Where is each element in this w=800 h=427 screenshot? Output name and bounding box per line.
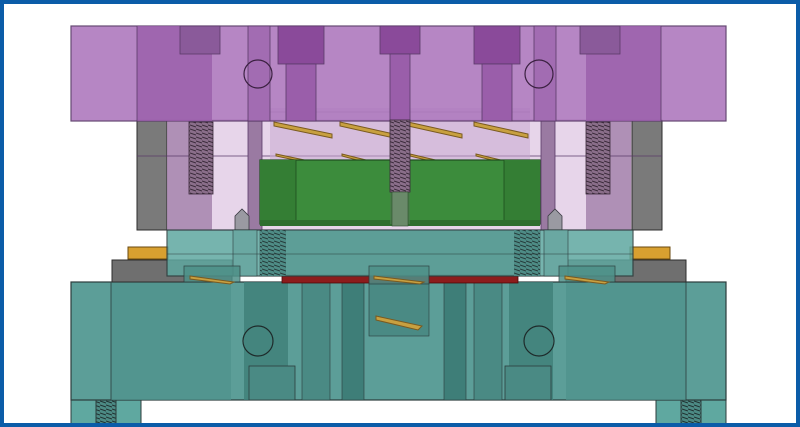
die-assembly-drawing [70, 25, 727, 423]
foot-bolt-right [680, 398, 702, 423]
cad-viewport[interactable] [4, 4, 796, 423]
center-bolt-head [379, 25, 421, 55]
guide-pillar-right [631, 119, 663, 231]
punch-head-left [277, 25, 325, 65]
guide-pillar-left [136, 119, 168, 231]
gold-pad-left [127, 246, 169, 260]
die-block [70, 281, 727, 401]
bolt-thread-right [585, 121, 611, 195]
bolt-thread-left [188, 121, 214, 195]
top-plate [70, 25, 727, 122]
punch-head-right [473, 25, 521, 65]
cad-viewport-frame [0, 0, 800, 427]
base-feet [70, 398, 727, 423]
gold-pad-right [629, 246, 671, 260]
foot-bolt-left [95, 398, 117, 423]
center-punch [389, 119, 411, 227]
